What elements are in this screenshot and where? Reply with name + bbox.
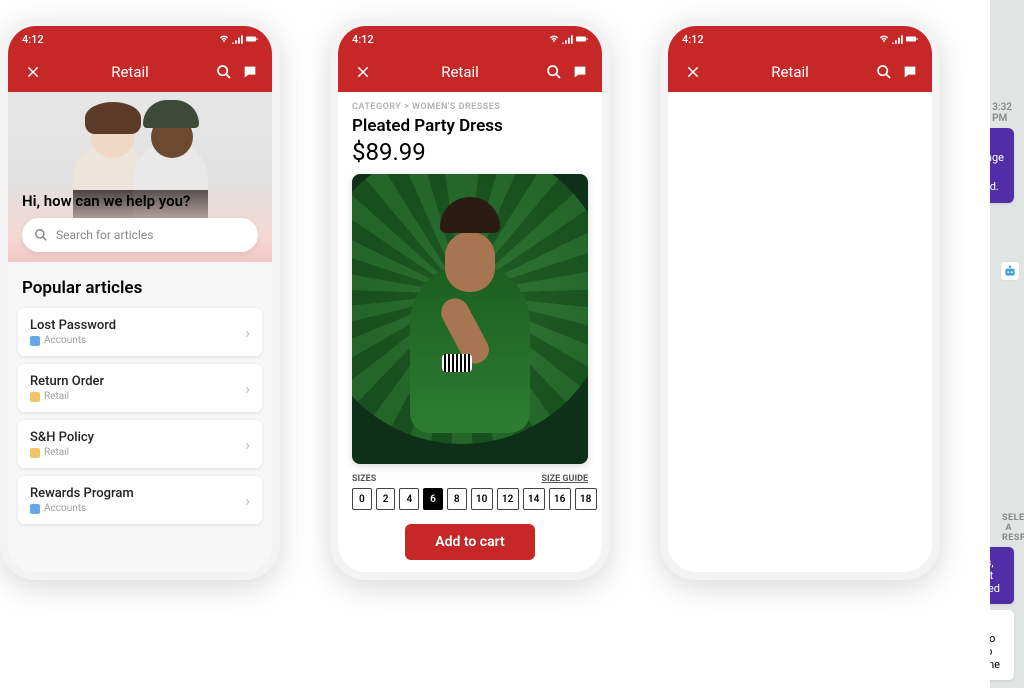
article-title: Lost Password	[30, 318, 237, 333]
app-title: Retail	[704, 63, 876, 81]
signal-icon	[232, 34, 244, 44]
response-no-button[interactable]: No, I need to talk to someone	[990, 610, 1014, 680]
wifi-icon	[548, 34, 560, 44]
response-yes-button[interactable]: Yes, that helped	[990, 547, 1014, 604]
search-placeholder: Search for articles	[56, 228, 153, 242]
breadcrumb[interactable]: CATEGORY > WOMEN'S DRESSES	[352, 102, 588, 112]
product-name: Pleated Party Dress	[352, 116, 588, 136]
search-icon[interactable]	[876, 64, 892, 80]
response-buttons: Yes, that helped No, I need to talk to s…	[1000, 547, 1014, 680]
size-option[interactable]: 10	[471, 488, 493, 510]
chevron-right-icon: ›	[245, 323, 250, 342]
size-option[interactable]: 14	[523, 488, 545, 510]
app-title: Retail	[374, 63, 546, 81]
agent-message-row: Let's see if these articles help	[1000, 261, 1014, 351]
article-card[interactable]: S&H Policy Retail ›	[18, 420, 262, 468]
hero-title: Hi, how can we help you?	[22, 192, 258, 210]
add-to-cart-button[interactable]: Add to cart	[405, 524, 534, 560]
size-option[interactable]: 2	[376, 488, 396, 510]
status-bar: 4:12	[338, 26, 602, 52]
size-guide-link[interactable]: SIZE GUIDE	[541, 474, 588, 484]
close-icon[interactable]	[22, 65, 44, 79]
battery-icon	[576, 34, 588, 44]
status-bar: 4:12	[668, 26, 932, 52]
article-card[interactable]: Rewards Program Accounts ›	[18, 476, 262, 524]
chat-icon[interactable]	[242, 64, 258, 80]
wifi-icon	[878, 34, 890, 44]
phone-support-chat: 4:12 Retail	[660, 18, 940, 580]
article-title: Return Order	[30, 374, 237, 389]
phone-product-detail: 4:12 Retail CATEGORY > WOMEN'S DRESSES P…	[330, 18, 610, 580]
help-center-body: Hi, how can we help you? Search for arti…	[8, 92, 272, 572]
status-icons	[548, 34, 588, 44]
product-image[interactable]	[352, 174, 588, 464]
app-title: Retail	[44, 63, 216, 81]
agent-message-row: Hi, Welcome to Retail Support. How can w…	[1000, 0, 1014, 90]
search-icon[interactable]	[216, 64, 232, 80]
battery-icon	[246, 34, 258, 44]
article-category: Retail	[44, 447, 69, 458]
size-option-selected[interactable]: 6	[423, 488, 443, 510]
product-detail-body: CATEGORY > WOMEN'S DRESSES Pleated Party…	[338, 92, 602, 572]
size-option[interactable]: 4	[399, 488, 419, 510]
chevron-right-icon: ›	[245, 379, 250, 398]
category-icon	[30, 392, 40, 402]
battery-icon	[906, 34, 918, 44]
app-bar: Retail	[338, 52, 602, 92]
article-category: Accounts	[44, 503, 86, 514]
status-time: 4:12	[682, 33, 704, 46]
user-message: My package never arrived.	[990, 128, 1014, 203]
status-time: 4:12	[22, 33, 44, 46]
signal-icon	[892, 34, 904, 44]
chevron-right-icon: ›	[245, 491, 250, 510]
status-bar: 4:12	[8, 26, 272, 52]
status-time: 4:12	[352, 33, 374, 46]
search-input[interactable]: Search for articles	[22, 218, 258, 252]
article-category: Accounts	[44, 335, 86, 346]
status-icons	[218, 34, 258, 44]
status-icons	[878, 34, 918, 44]
category-icon	[30, 448, 40, 458]
article-card[interactable]: Lost Password Accounts ›	[18, 308, 262, 356]
app-bar: Retail	[8, 52, 272, 92]
article-title: S&H Policy	[30, 430, 237, 445]
size-option[interactable]: 8	[447, 488, 467, 510]
size-option[interactable]: 18	[575, 488, 597, 510]
bot-avatar-icon	[1000, 261, 1020, 281]
article-card[interactable]: Return Order Retail ›	[18, 364, 262, 412]
category-icon	[30, 336, 40, 346]
signal-icon	[562, 34, 574, 44]
user-timestamp: 3:32 PM	[992, 102, 1012, 124]
article-title: Rewards Program	[30, 486, 237, 501]
size-option[interactable]: 12	[497, 488, 519, 510]
hero-banner: Hi, how can we help you? Search for arti…	[8, 92, 272, 262]
close-icon[interactable]	[682, 65, 704, 79]
response-label: SELECT A RESPONSE	[1002, 513, 1012, 543]
size-option[interactable]: 16	[549, 488, 571, 510]
chevron-right-icon: ›	[245, 435, 250, 454]
chat-icon[interactable]	[572, 64, 588, 80]
popular-heading: Popular articles	[8, 262, 272, 308]
size-selector: 0 2 4 6 8 10 12 14 16 18	[352, 488, 588, 510]
search-field-icon	[34, 228, 48, 242]
product-price: $89.99	[352, 138, 588, 166]
size-option[interactable]: 0	[352, 488, 372, 510]
chat-body: Retail Support 3:31 PM Hi, Welcome to Re…	[990, 0, 1024, 688]
chat-icon[interactable]	[902, 64, 918, 80]
article-category: Retail	[44, 391, 69, 402]
category-icon	[30, 504, 40, 514]
wifi-icon	[218, 34, 230, 44]
search-icon[interactable]	[546, 64, 562, 80]
phone-help-center: 4:12 Retail Hi, how can we h	[0, 18, 280, 580]
close-icon[interactable]	[352, 65, 374, 79]
sizes-label: SIZES	[352, 474, 376, 484]
popular-articles-list: Lost Password Accounts › Return Order Re…	[8, 308, 272, 534]
app-bar: Retail	[668, 52, 932, 92]
